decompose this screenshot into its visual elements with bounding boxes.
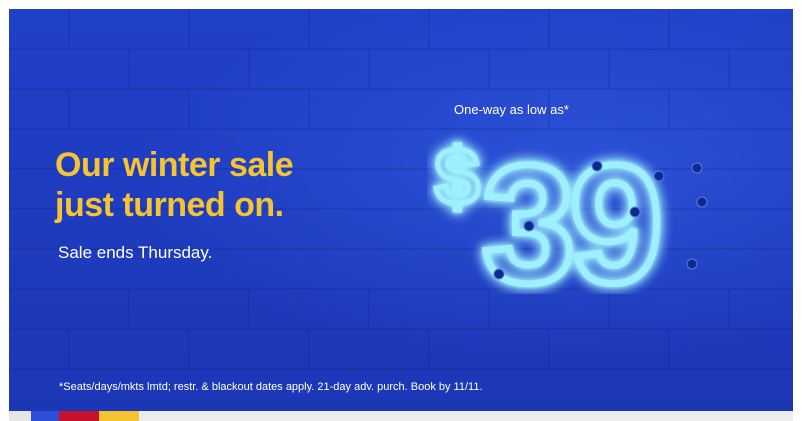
price-label: One-way as low as* bbox=[454, 102, 569, 117]
stripe-segment bbox=[31, 411, 59, 421]
sale-end-text: Sale ends Thursday. bbox=[58, 243, 213, 262]
stripe-segment bbox=[59, 411, 99, 421]
promo-banner[interactable]: Our winter sale just turned on. Sale end… bbox=[9, 9, 793, 412]
neon-price: $ 39 bbox=[433, 127, 708, 294]
headline-line-2: just turned on. bbox=[55, 186, 284, 224]
stripe-segment bbox=[99, 411, 139, 421]
disclaimer-text: *Seats/days/mkts lmtd; restr. & blackout… bbox=[59, 381, 483, 393]
price-currency: $ bbox=[435, 132, 480, 221]
brand-stripe bbox=[9, 411, 793, 421]
headline-line-1: Our winter sale bbox=[55, 146, 294, 184]
headline: Our winter sale just turned on. bbox=[55, 145, 294, 225]
stripe-segment bbox=[9, 411, 31, 421]
stripe-segment bbox=[139, 411, 793, 421]
